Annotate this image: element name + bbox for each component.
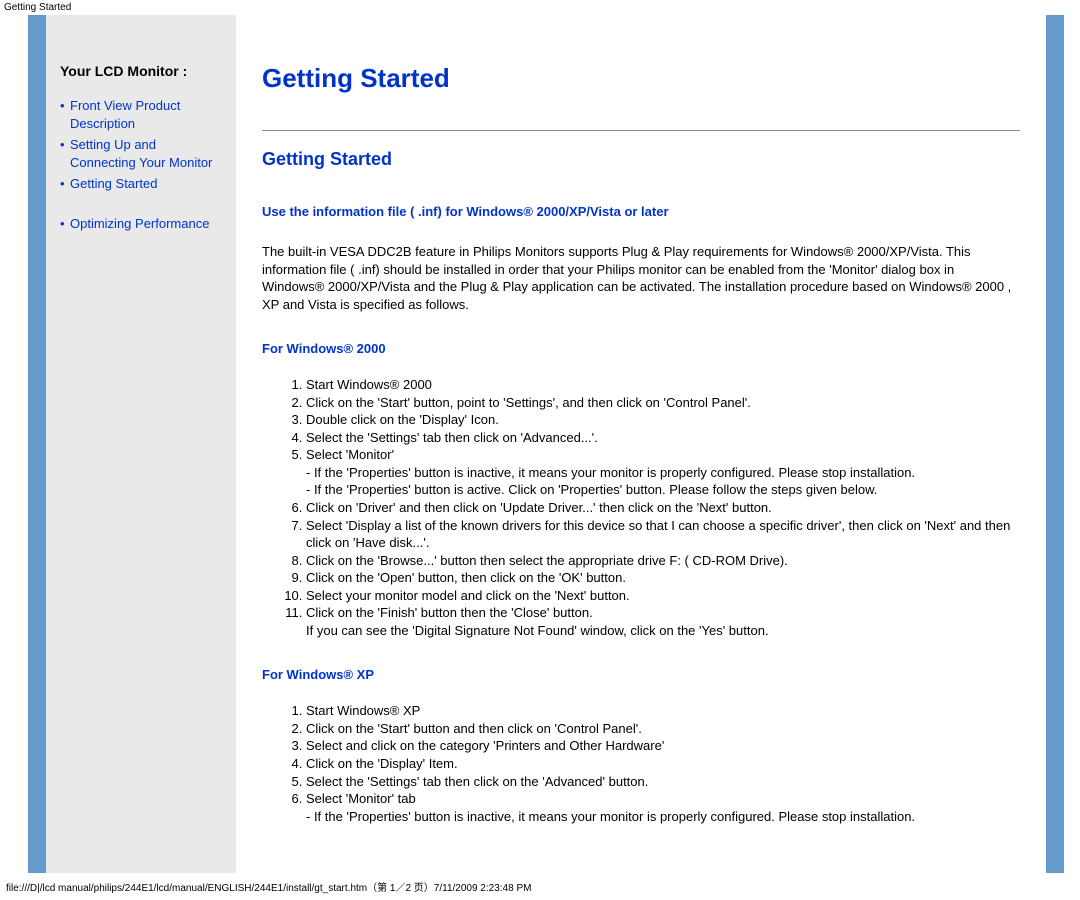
step-item: Click on the 'Finish' button then the 'C… — [306, 604, 1020, 639]
right-decor-bar — [1046, 15, 1064, 873]
step-item: Click on the 'Display' Item. — [306, 755, 1020, 773]
step-item: Click on the 'Start' button, point to 'S… — [306, 394, 1020, 412]
step-item: Select and click on the category 'Printe… — [306, 737, 1020, 755]
step-subtext: If you can see the 'Digital Signature No… — [306, 622, 1020, 640]
step-item: Click on the 'Browse...' button then sel… — [306, 552, 1020, 570]
bullet-icon: • — [60, 97, 65, 115]
step-item: Click on the 'Start' button and then cli… — [306, 720, 1020, 738]
nav-spacer — [60, 197, 224, 211]
sidebar-item-optimizing[interactable]: • Optimizing Performance — [60, 215, 224, 233]
intro-paragraph: The built-in VESA DDC2B feature in Phili… — [262, 243, 1020, 313]
bullet-icon: • — [60, 175, 65, 193]
step-item: Start Windows® XP — [306, 702, 1020, 720]
left-decor-bar — [28, 15, 46, 873]
page-frame: Your LCD Monitor : • Front View Product D… — [28, 15, 1064, 873]
browser-tab-title: Getting Started — [0, 0, 1080, 15]
sidebar-item-front-view[interactable]: • Front View Product Description — [60, 97, 224, 132]
step-subtext: - If the 'Properties' button is inactive… — [306, 464, 1020, 482]
step-item: Select 'Monitor'- If the 'Properties' bu… — [306, 446, 1020, 499]
win2000-heading: For Windows® 2000 — [262, 341, 1020, 356]
nav-link[interactable]: Setting Up and Connecting Your Monitor — [70, 137, 212, 170]
step-item: Select 'Display a list of the known driv… — [306, 517, 1020, 552]
step-item: Select the 'Settings' tab then click on … — [306, 773, 1020, 791]
step-item: Click on the 'Open' button, then click o… — [306, 569, 1020, 587]
winxp-heading: For Windows® XP — [262, 667, 1020, 682]
section-heading: Getting Started — [262, 149, 1020, 170]
step-item: Select the 'Settings' tab then click on … — [306, 429, 1020, 447]
bullet-icon: • — [60, 136, 65, 154]
subsection-heading: Use the information file ( .inf) for Win… — [262, 204, 1020, 219]
nav-link[interactable]: Front View Product Description — [70, 98, 180, 131]
step-item: Select 'Monitor' tab- If the 'Properties… — [306, 790, 1020, 825]
main-content: Getting Started Getting Started Use the … — [236, 15, 1046, 873]
step-item: Double click on the 'Display' Icon. — [306, 411, 1020, 429]
winxp-steps: Start Windows® XPClick on the 'Start' bu… — [262, 702, 1020, 825]
step-item: Start Windows® 2000 — [306, 376, 1020, 394]
sidebar-title: Your LCD Monitor : — [60, 63, 224, 79]
step-subtext: - If the 'Properties' button is inactive… — [306, 808, 1020, 826]
sidebar-nav: • Front View Product Description • Setting… — [60, 97, 224, 232]
page-title: Getting Started — [262, 63, 1020, 94]
win2000-steps: Start Windows® 2000Click on the 'Start' … — [262, 376, 1020, 639]
page-footer: file:///D|/lcd manual/philips/244E1/lcd/… — [0, 873, 1080, 900]
step-item: Select your monitor model and click on t… — [306, 587, 1020, 605]
nav-link[interactable]: Optimizing Performance — [70, 216, 209, 231]
step-item: Click on 'Driver' and then click on 'Upd… — [306, 499, 1020, 517]
sidebar-item-setting-up[interactable]: • Setting Up and Connecting Your Monitor — [60, 136, 224, 171]
bullet-icon: • — [60, 215, 65, 233]
sidebar-item-getting-started[interactable]: • Getting Started — [60, 175, 224, 193]
nav-link[interactable]: Getting Started — [70, 176, 157, 191]
divider — [262, 130, 1020, 131]
sidebar: Your LCD Monitor : • Front View Product D… — [46, 15, 236, 873]
step-subtext: - If the 'Properties' button is active. … — [306, 481, 1020, 499]
